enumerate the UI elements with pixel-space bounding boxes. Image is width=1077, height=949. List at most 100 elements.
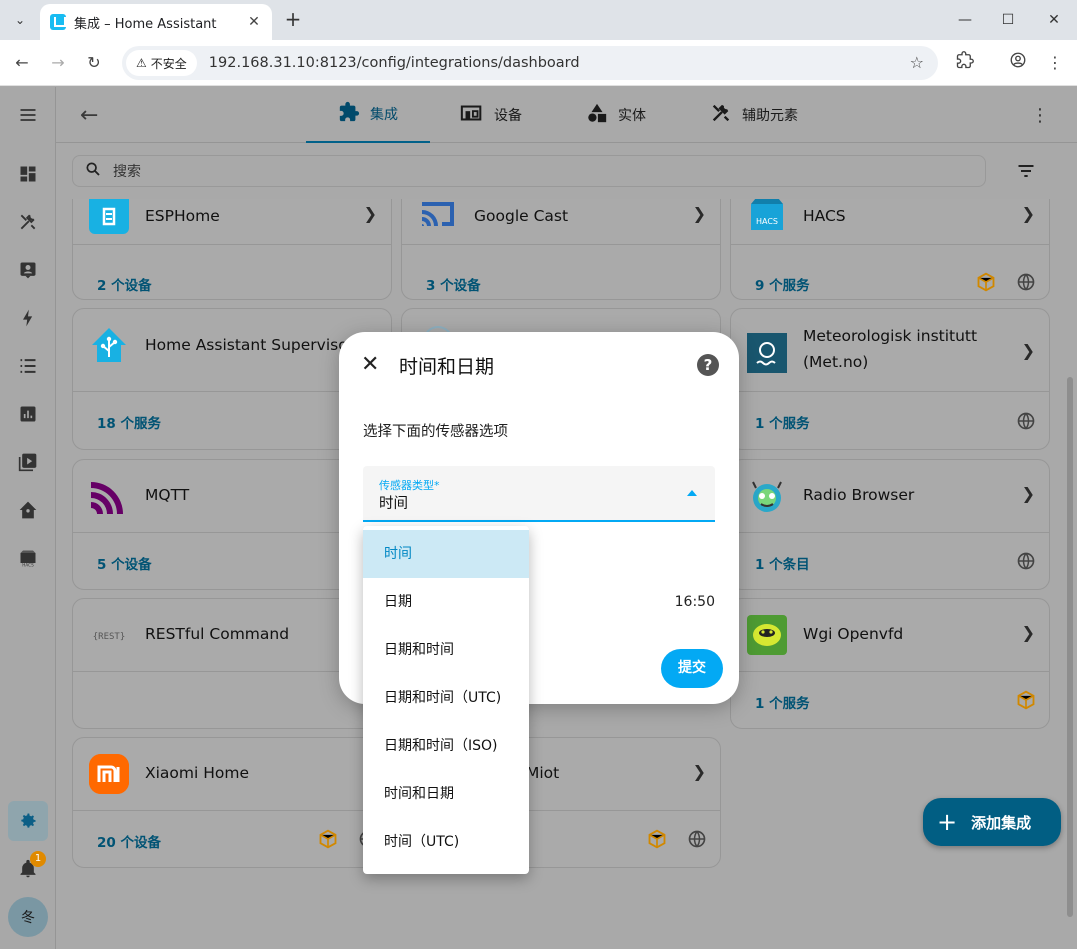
card-link[interactable]: 1 个条目: [755, 553, 810, 573]
integration-card[interactable]: Radio Browser ❯ 1 个条目: [730, 459, 1050, 590]
browser-menu-icon[interactable]: ⋮: [1043, 51, 1067, 75]
chevron-right-icon[interactable]: ❯: [1022, 484, 1035, 503]
add-integration-button[interactable]: + 添加集成: [923, 798, 1061, 846]
card-link[interactable]: 2 个设备: [97, 274, 152, 294]
integration-card[interactable]: HACS HACS ❯ 9 个服务: [730, 199, 1050, 300]
tab-close-icon[interactable]: ✕: [246, 14, 262, 30]
select-label: 传感器类型*: [379, 479, 440, 492]
chevron-right-icon[interactable]: ❯: [1022, 341, 1035, 360]
sidebar-person-card-icon[interactable]: [8, 250, 48, 290]
sidebar-notifications-icon[interactable]: 1: [8, 849, 48, 889]
card-name: Wgi Openvfd: [803, 625, 904, 643]
tab-integrations[interactable]: 集成: [306, 87, 430, 143]
home-assistant-favicon-icon: [50, 14, 66, 30]
back-arrow-icon[interactable]: ←: [10, 51, 34, 75]
radio-browser-logo-icon: [747, 476, 787, 516]
menu-item-date-time[interactable]: 日期和时间: [363, 626, 529, 674]
sensor-type-select[interactable]: 传感器类型* 时间: [363, 466, 715, 522]
card-divider: [73, 810, 391, 811]
menu-item-time-utc[interactable]: 时间（UTC): [363, 818, 529, 866]
browser-tab[interactable]: 集成 – Home Assistant ✕: [40, 4, 272, 40]
menu-item-time[interactable]: 时间: [363, 530, 529, 578]
integration-card[interactable]: Meteorologisk institutt (Met.no) ❯ 1 个服务: [730, 308, 1050, 450]
close-icon[interactable]: ✕: [361, 354, 383, 376]
mqtt-logo-icon: [89, 476, 129, 516]
card-divider: [731, 244, 1049, 245]
help-icon[interactable]: ?: [697, 354, 719, 376]
avatar[interactable]: 冬: [8, 897, 48, 937]
search-input[interactable]: 搜索: [72, 155, 986, 187]
chevron-right-icon[interactable]: ❯: [364, 204, 377, 223]
hacs-logo-icon: HACS: [747, 199, 787, 234]
card-link[interactable]: 1 个服务: [755, 412, 810, 432]
integration-card[interactable]: ESPHome ❯ 2 个设备: [72, 199, 392, 300]
card-link[interactable]: 9 个服务: [755, 274, 810, 294]
sidebar-logbook-icon[interactable]: [8, 346, 48, 386]
custom-integration-icon: [648, 829, 666, 849]
bookmark-star-icon[interactable]: ☆: [910, 53, 924, 72]
reload-icon[interactable]: ↻: [82, 51, 106, 75]
sidebar-settings-icon[interactable]: [8, 801, 48, 841]
new-tab-icon[interactable]: +: [282, 8, 304, 30]
custom-integration-icon: [319, 829, 337, 849]
filter-icon[interactable]: [1016, 161, 1036, 181]
sidebar-menu-icon[interactable]: [8, 95, 48, 135]
sidebar-energy-icon[interactable]: [8, 298, 48, 338]
tab-helpers-label: 辅助元素: [742, 108, 798, 124]
chevron-right-icon[interactable]: ❯: [1022, 204, 1035, 223]
minimize-icon[interactable]: —: [953, 8, 977, 32]
sidebar-home-assistant-icon[interactable]: [8, 490, 48, 530]
cloud-globe-icon: [1017, 273, 1035, 291]
devices-icon: [460, 103, 484, 127]
tab-helpers[interactable]: 辅助元素: [710, 87, 798, 143]
chevron-right-icon[interactable]: ❯: [693, 204, 706, 223]
sidebar-overview-icon[interactable]: [8, 154, 48, 194]
extensions-icon[interactable]: [953, 51, 977, 75]
card-link[interactable]: 20 个设备: [97, 831, 161, 851]
sidebar-history-icon[interactable]: [8, 394, 48, 434]
tab-integrations-label: 集成: [370, 107, 398, 123]
home-assistant-supervisor-logo-icon: [89, 325, 129, 365]
address-bar[interactable]: ⚠ 不安全 192.168.31.10:8123/config/integrat…: [122, 46, 938, 80]
integration-card[interactable]: Xiaomi Home 20 个设备: [72, 737, 392, 868]
integration-card[interactable]: Wgi Openvfd ❯ 1 个服务: [730, 598, 1050, 729]
card-link[interactable]: 18 个服务: [97, 412, 161, 432]
url-text[interactable]: 192.168.31.10:8123/config/integrations/d…: [209, 55, 580, 71]
custom-integration-icon: [1017, 690, 1035, 710]
card-divider: [731, 671, 1049, 672]
more-vert-icon[interactable]: ⋮: [1031, 105, 1049, 126]
sidebar-media-icon[interactable]: [8, 442, 48, 482]
window-close-icon[interactable]: ✕: [1042, 8, 1066, 32]
custom-integration-icon: [977, 272, 995, 292]
menu-item-time-date[interactable]: 时间和日期: [363, 770, 529, 818]
add-integration-label: 添加集成: [971, 813, 1032, 832]
security-chip-label: 不安全: [150, 56, 187, 71]
card-name: Miot: [526, 764, 560, 782]
tab-devices-label: 设备: [494, 108, 522, 124]
tab-devices[interactable]: 设备: [460, 87, 522, 143]
security-chip[interactable]: ⚠ 不安全: [126, 50, 197, 76]
chevron-right-icon[interactable]: ❯: [693, 762, 706, 781]
back-arrow-icon[interactable]: ←: [80, 103, 98, 128]
menu-item-date-time-utc[interactable]: 日期和时间（UTC): [363, 674, 529, 722]
menu-item-date[interactable]: 日期: [363, 578, 529, 626]
profile-icon[interactable]: [1006, 51, 1030, 75]
integration-card[interactable]: Google Cast ❯ 3 个设备: [401, 199, 721, 300]
sidebar-hacs-icon[interactable]: HACS: [8, 538, 48, 578]
cloud-globe-icon: [1017, 552, 1035, 570]
card-link[interactable]: 1 个服务: [755, 692, 810, 712]
submit-button[interactable]: 提交: [661, 649, 723, 688]
sidebar-tools-icon[interactable]: [8, 202, 48, 242]
maximize-icon[interactable]: ☐: [996, 8, 1020, 32]
tab-search-icon[interactable]: ⌄: [8, 8, 32, 32]
chevron-right-icon[interactable]: ❯: [1022, 623, 1035, 642]
page-scrollbar[interactable]: [1067, 377, 1073, 917]
dialog-description: 选择下面的传感器选项: [363, 424, 508, 440]
menu-item-date-time-iso[interactable]: 日期和时间（ISO): [363, 722, 529, 770]
warning-icon: ⚠: [136, 56, 147, 70]
met-no-logo-icon: [747, 333, 787, 373]
card-link[interactable]: 3 个设备: [426, 274, 481, 294]
card-link[interactable]: 5 个设备: [97, 553, 152, 573]
forward-arrow-icon[interactable]: →: [46, 51, 70, 75]
tab-entities[interactable]: 实体: [586, 87, 646, 143]
